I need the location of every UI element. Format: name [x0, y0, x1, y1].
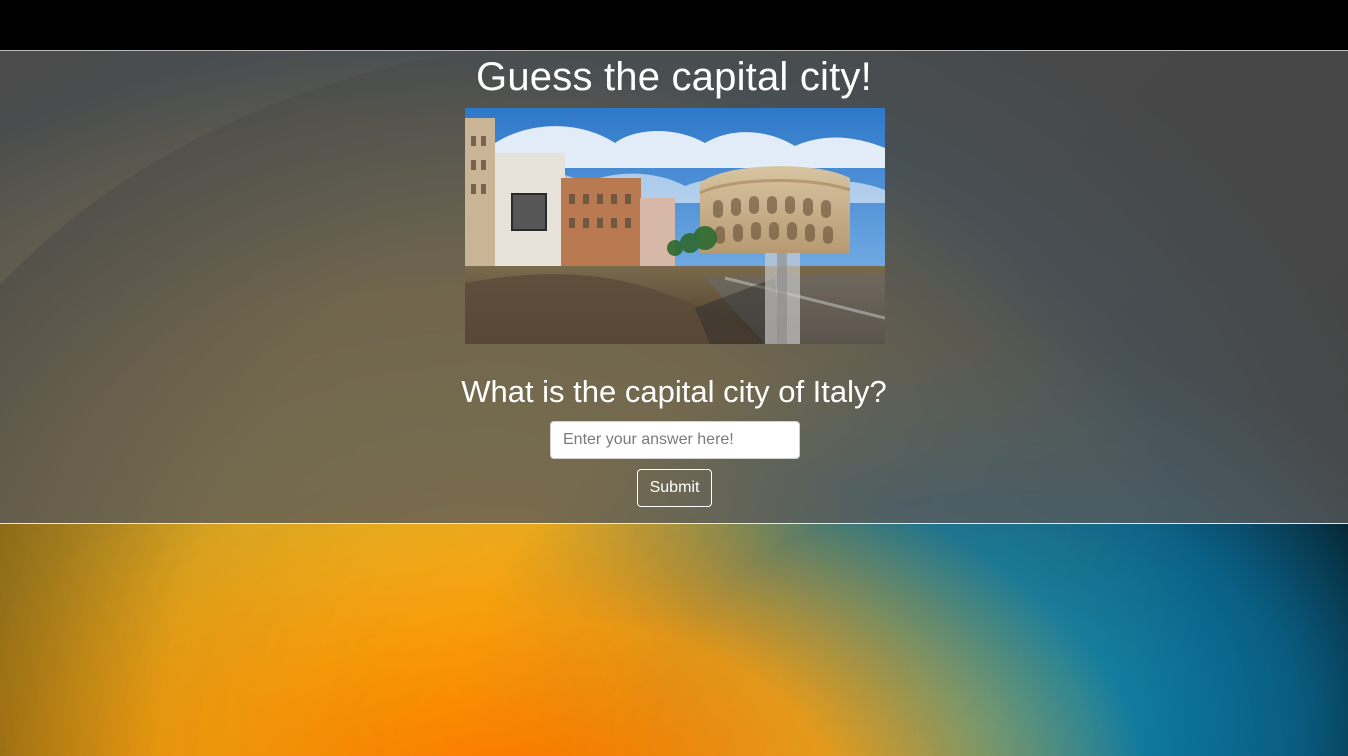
answer-input[interactable] [550, 421, 800, 459]
colosseum-illustration [465, 108, 885, 344]
page-title: Guess the capital city! [476, 55, 872, 99]
top-bar [0, 0, 1348, 51]
city-photo [465, 108, 885, 344]
submit-button[interactable]: Submit [637, 469, 712, 507]
quiz-panel: Guess the capital city! What is the capi… [0, 51, 1348, 524]
question-text: What is the capital city of Italy? [461, 374, 887, 409]
